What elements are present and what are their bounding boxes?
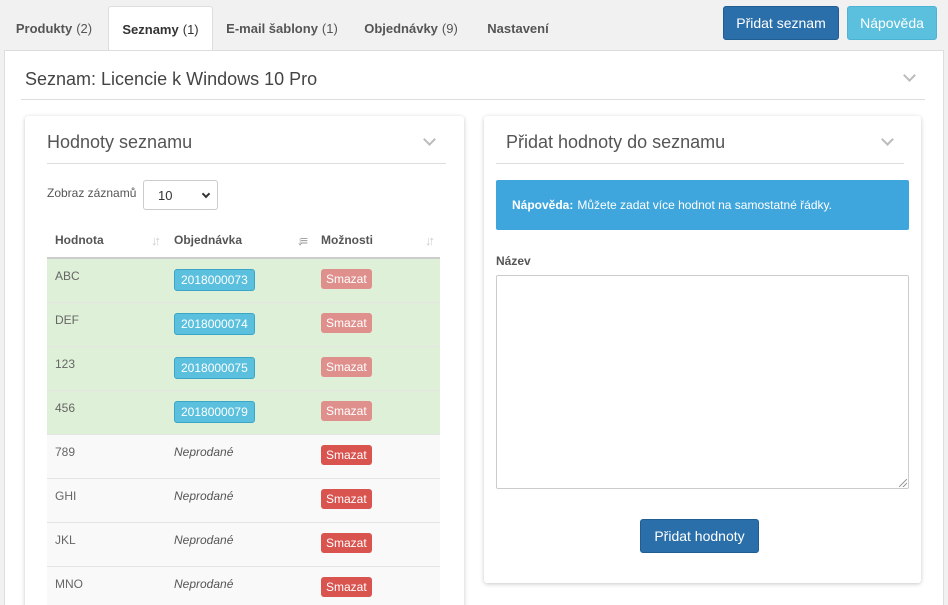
tab-nastaveni[interactable]: Nastavení xyxy=(478,6,558,50)
values-panel-title: Hodnoty seznamu xyxy=(47,132,193,152)
values-table: Hodnota ↓↑ Objednávka ↓≡ Možnosti ↓↑ ABC xyxy=(47,222,440,605)
table-row: DEF 2018000074 Smazat xyxy=(47,301,440,346)
help-alert-label: Nápověda: xyxy=(512,198,574,212)
tab-bar: Produkty (2) Seznamy (1) E-mail šablony … xyxy=(0,0,948,51)
actions-cell: Smazat xyxy=(313,301,440,346)
value-cell: ABC xyxy=(47,257,166,302)
tab-label: Objednávky xyxy=(364,20,438,36)
order-cell: Neprodané xyxy=(166,433,313,478)
column-header-hodnota[interactable]: Hodnota ↓↑ xyxy=(47,222,166,259)
divider xyxy=(21,99,925,100)
name-field-label: Název xyxy=(496,254,531,268)
actions-cell: Smazat xyxy=(313,433,440,478)
sort-icon: ↓↑ xyxy=(425,233,435,248)
order-cell: 2018000075 xyxy=(166,345,313,390)
column-header-label: Objednávka xyxy=(174,232,243,247)
delete-button[interactable]: Smazat xyxy=(321,488,372,509)
actions-cell: Smazat xyxy=(313,477,440,522)
column-header-objednavka[interactable]: Objednávka ↓≡ xyxy=(166,222,313,259)
delete-button[interactable]: Smazat xyxy=(321,356,372,377)
chevron-down-icon[interactable] xyxy=(881,133,894,146)
add-values-panel: Přidat hodnoty do seznamu Nápověda: Může… xyxy=(484,116,921,583)
chevron-down-icon[interactable] xyxy=(903,69,916,82)
chevron-down-icon[interactable] xyxy=(423,133,436,146)
value-cell: 456 xyxy=(47,389,166,434)
order-cell: 2018000073 xyxy=(166,257,313,302)
name-textarea[interactable] xyxy=(496,275,909,489)
order-link[interactable]: 2018000074 xyxy=(174,312,255,335)
column-header-label: Hodnota xyxy=(55,232,104,247)
delete-button[interactable]: Smazat xyxy=(321,312,372,333)
table-row: GHI Neprodané Smazat xyxy=(47,477,440,522)
tab-seznamy[interactable]: Seznamy (1) xyxy=(108,6,213,51)
value-cell: 789 xyxy=(47,433,166,478)
delete-button[interactable]: Smazat xyxy=(321,269,372,289)
add-values-button[interactable]: Přidat hodnoty xyxy=(640,519,759,553)
delete-button[interactable]: Smazat xyxy=(321,576,372,597)
help-button[interactable]: Nápověda xyxy=(847,6,937,40)
order-link[interactable]: 2018000075 xyxy=(174,356,255,379)
tab-email-sablony[interactable]: E-mail šablony (1) xyxy=(220,6,344,50)
delete-button[interactable]: Smazat xyxy=(321,532,372,553)
column-header-label: Možnosti xyxy=(321,232,373,247)
table-row: 123 2018000075 Smazat xyxy=(47,345,440,390)
divider xyxy=(496,163,904,164)
values-panel: Hodnoty seznamu Zobraz záznamů 10 Hodnot… xyxy=(25,116,464,605)
order-link[interactable]: 2018000073 xyxy=(174,269,255,291)
help-alert: Nápověda: Můžete zadat více hodnot na sa… xyxy=(496,180,909,230)
order-cell: 2018000074 xyxy=(166,301,313,346)
actions-cell: Smazat xyxy=(313,521,440,566)
page-length-select[interactable]: 10 xyxy=(143,180,218,210)
delete-button[interactable]: Smazat xyxy=(321,400,372,421)
tab-count: (1) xyxy=(182,21,199,37)
tab-objednavky[interactable]: Objednávky (9) xyxy=(356,6,466,50)
value-cell: JKL xyxy=(47,521,166,566)
help-alert-text: Můžete zadat více hodnot na samostatné ř… xyxy=(577,198,832,212)
main-card: Seznam: Licencie k Windows 10 Pro Hodnot… xyxy=(4,50,944,605)
column-header-moznosti[interactable]: Možnosti ↓↑ xyxy=(313,222,440,259)
order-cell: Neprodané xyxy=(166,477,313,522)
unsold-text: Neprodané xyxy=(174,488,234,503)
table-row: ABC 2018000073 Smazat xyxy=(47,257,440,302)
tab-label: Nastavení xyxy=(487,20,549,36)
actions-cell: Smazat xyxy=(313,257,440,302)
table-row: JKL Neprodané Smazat xyxy=(47,521,440,566)
table-row: 789 Neprodané Smazat xyxy=(47,433,440,478)
value-cell: GHI xyxy=(47,477,166,522)
delete-button[interactable]: Smazat xyxy=(321,444,372,465)
tab-produkty[interactable]: Produkty (2) xyxy=(6,6,102,50)
tab-label: Produkty xyxy=(15,20,73,36)
tab-count: (1) xyxy=(321,20,338,36)
actions-cell: Smazat xyxy=(313,345,440,390)
page-title: Seznam: Licencie k Windows 10 Pro xyxy=(25,69,318,89)
value-cell: MNO xyxy=(47,565,166,605)
actions-cell: Smazat xyxy=(313,565,440,605)
unsold-text: Neprodané xyxy=(174,444,234,459)
order-cell: Neprodané xyxy=(166,521,313,566)
tab-count: (2) xyxy=(76,20,93,36)
value-cell: DEF xyxy=(47,301,166,346)
table-row: 456 2018000079 Smazat xyxy=(47,389,440,434)
page-length-label: Zobraz záznamů xyxy=(47,186,137,200)
order-cell: 2018000079 xyxy=(166,389,313,434)
sort-desc-icon: ↓≡ xyxy=(296,233,308,248)
order-cell: Neprodané xyxy=(166,565,313,605)
sort-icon: ↓↑ xyxy=(151,233,161,248)
unsold-text: Neprodané xyxy=(174,532,234,547)
value-cell: 123 xyxy=(47,345,166,390)
resize-grip-icon[interactable] xyxy=(899,479,907,487)
add-list-button[interactable]: Přidat seznam xyxy=(723,6,839,40)
unsold-text: Neprodané xyxy=(174,576,234,591)
select-caret-icon xyxy=(201,189,211,199)
order-link[interactable]: 2018000079 xyxy=(174,400,255,423)
table-row: MNO Neprodané Smazat xyxy=(47,565,440,605)
divider xyxy=(47,163,446,164)
actions-cell: Smazat xyxy=(313,389,440,434)
page-length-value: 10 xyxy=(158,187,173,203)
add-values-panel-title: Přidat hodnoty do seznamu xyxy=(506,132,726,152)
tab-label: E-mail šablony xyxy=(226,20,318,36)
table-header-row: Hodnota ↓↑ Objednávka ↓≡ Možnosti ↓↑ xyxy=(47,222,440,259)
tab-label: Seznamy xyxy=(122,21,179,37)
tab-count: (9) xyxy=(441,20,458,36)
